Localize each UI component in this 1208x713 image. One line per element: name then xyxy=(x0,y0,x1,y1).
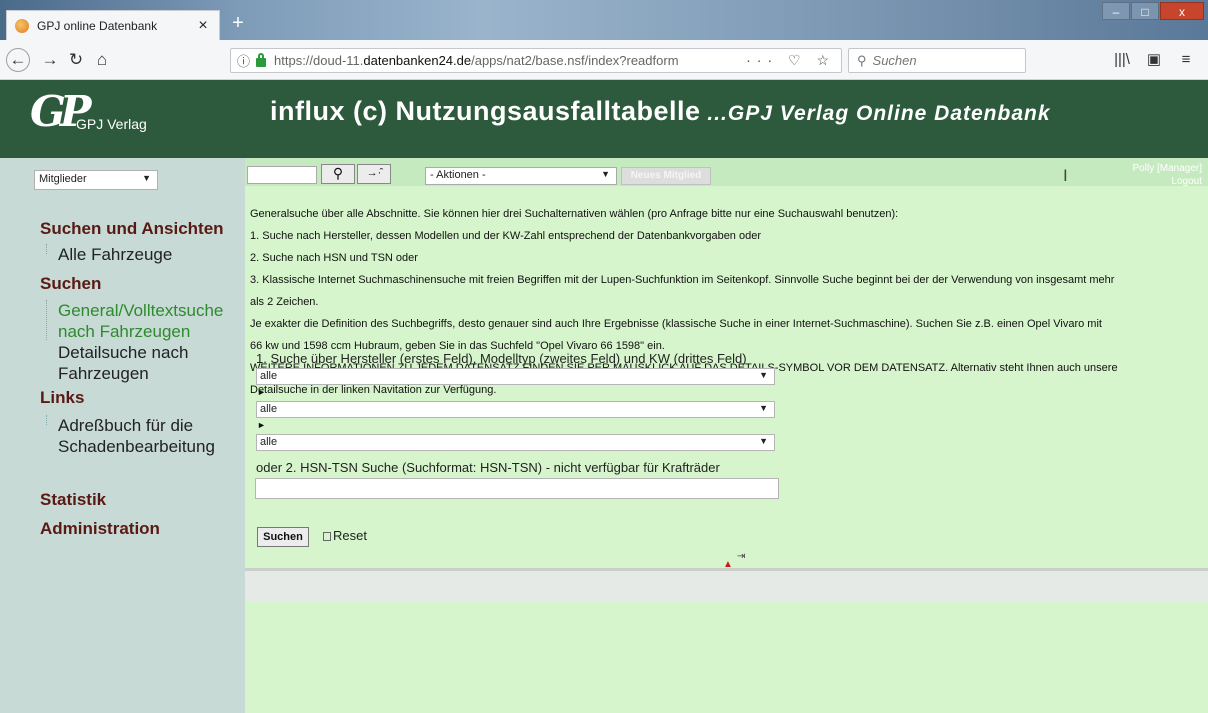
magnifier-search-icon[interactable]: ⚲ xyxy=(321,164,355,184)
text-cursor-icon: Ⅰ xyxy=(1063,168,1068,185)
tree-line xyxy=(46,300,50,340)
nav-section-administration[interactable]: Administration xyxy=(40,519,160,539)
kw-select-value: alle xyxy=(260,436,278,448)
nav-section-statistik[interactable]: Statistik xyxy=(40,490,106,510)
new-member-button[interactable]: Neues Mitglied xyxy=(621,167,711,185)
actions-select-value: - Aktionen - xyxy=(430,169,486,181)
model-select[interactable]: alle ▼ xyxy=(256,401,775,418)
reset-link[interactable]: Reset xyxy=(323,528,367,543)
chevron-down-icon: ▼ xyxy=(759,403,768,413)
content-toolbar: ⚲ →·̂ - Aktionen - ▼ Neues Mitglied Ⅰ Po… xyxy=(245,158,1208,188)
nav-item-alle-fahrzeuge[interactable]: Alle Fahrzeuge xyxy=(58,244,172,265)
page-subtitle: ...GPJ Verlag Online Datenbank xyxy=(700,102,1051,125)
search-icon: ⚲ xyxy=(857,52,867,68)
browser-search-box[interactable]: ⚲ xyxy=(848,48,1026,73)
intro-line: als 2 Zeichen. xyxy=(250,296,319,308)
browser-tabbar: GPJ online Datenbank × + ‒ □ x xyxy=(0,0,1208,40)
tab-close-icon[interactable]: × xyxy=(195,17,211,35)
new-tab-button[interactable]: + xyxy=(228,12,248,35)
maximize-button[interactable]: □ xyxy=(1131,2,1159,20)
manufacturer-select-value: alle xyxy=(260,370,278,382)
site-favicon-icon xyxy=(15,18,29,33)
intro-line: Je exakter die Definition des Suchbegrif… xyxy=(250,318,1102,330)
database-select-value: Mitglieder xyxy=(39,173,87,185)
arrow-right-icon: ► xyxy=(257,420,266,430)
home-icon[interactable]: ⌂ xyxy=(90,48,114,72)
user-name: Polly [Manager] xyxy=(1132,163,1202,174)
user-info: Polly [Manager] Logout xyxy=(1133,162,1202,188)
forward-arrow-icon[interactable]: → xyxy=(38,48,62,72)
logout-link[interactable]: Logout xyxy=(1133,175,1202,188)
browser-toolbar-right: |||\ ▣ ≡ xyxy=(1106,48,1202,72)
chevron-down-icon: ▼ xyxy=(142,173,151,183)
intro-line: 2. Suche nach HSN und TSN oder xyxy=(250,252,418,264)
reset-label: Reset xyxy=(333,528,367,543)
browser-navbar: ← → ↻ ⌂ ⓘ https://doud-11.datenbanken24.… xyxy=(0,40,1208,80)
nav-item-detailsuche[interactable]: Detailsuche nach Fahrzeugen xyxy=(58,342,208,384)
browser-tab[interactable]: GPJ online Datenbank × xyxy=(6,10,220,40)
library-icon[interactable]: |||\ xyxy=(1106,48,1138,72)
manufacturer-select[interactable]: alle ▼ xyxy=(256,368,775,385)
sidebar-icon[interactable]: ▣ xyxy=(1138,48,1170,72)
page-title-main: influx (c) Nutzungsausfalltabelle xyxy=(270,96,701,126)
back-arrow-icon[interactable]: ← xyxy=(6,48,30,72)
window-controls: ‒ □ x xyxy=(1101,2,1204,20)
nav-section-links[interactable]: Links xyxy=(40,388,84,408)
url-bar[interactable]: ⓘ https://doud-11.datenbanken24.de/apps/… xyxy=(230,48,842,73)
page-title: influx (c) Nutzungsausfalltabelle ...GPJ… xyxy=(270,96,1051,127)
nav-section-suchen-und-ansichten[interactable]: Suchen und Ansichten xyxy=(40,219,224,239)
reset-checkbox-icon xyxy=(323,532,331,541)
menu-icon[interactable]: ≡ xyxy=(1170,48,1202,72)
tree-line xyxy=(46,244,50,254)
database-select[interactable]: Mitglieder ▼ xyxy=(34,170,158,190)
minimize-button[interactable]: ‒ xyxy=(1102,2,1130,20)
intro-line: Generalsuche über alle Abschnitte. Sie k… xyxy=(250,208,899,220)
intro-line: 3. Klassische Internet Suchmaschinensuch… xyxy=(250,274,1115,286)
reload-icon[interactable]: ↻ xyxy=(64,48,88,72)
hsn-tsn-input[interactable] xyxy=(255,478,779,499)
page-actions-icons[interactable]: ··· ♡ ☆ xyxy=(746,52,835,69)
main-content: ⚲ →·̂ - Aktionen - ▼ Neues Mitglied Ⅰ Po… xyxy=(245,158,1208,713)
intro-line: 1. Suche nach Hersteller, dessen Modelle… xyxy=(250,230,762,242)
close-window-button[interactable]: x xyxy=(1160,2,1204,20)
url-text[interactable]: https://doud-11.datenbanken24.de/apps/na… xyxy=(274,53,746,68)
chevron-down-icon: ▼ xyxy=(759,370,768,380)
lock-icon xyxy=(256,53,267,67)
info-icon[interactable]: ⓘ xyxy=(237,51,250,70)
tab-title: GPJ online Datenbank xyxy=(37,18,158,33)
results-header-bar xyxy=(245,568,1208,602)
nav-section-suchen[interactable]: Suchen xyxy=(40,274,101,294)
nav-item-general-volltextsuche[interactable]: General/Volltextsuche nach Fahrzeugen xyxy=(58,300,228,342)
arrow-right-icon: ► xyxy=(257,387,266,397)
actions-select[interactable]: - Aktionen - ▼ xyxy=(425,167,617,185)
nav-item-adressbuch[interactable]: Adreßbuch für die Schadenbearbeitung xyxy=(58,415,228,457)
sort-arrow-icon[interactable]: →·̂ xyxy=(357,164,391,184)
quick-search-input[interactable] xyxy=(247,166,317,184)
tree-line xyxy=(46,415,50,425)
sidebar: Mitglieder ▼ Suchen und Ansichten Alle F… xyxy=(0,158,245,713)
chevron-down-icon: ▼ xyxy=(759,436,768,446)
kw-select[interactable]: alle ▼ xyxy=(256,434,775,451)
pane-splitter[interactable]: ▲ ⇥ xyxy=(707,551,757,570)
model-select-value: alle xyxy=(260,403,278,415)
section2-label: oder 2. HSN-TSN Suche (Suchformat: HSN-T… xyxy=(256,460,720,475)
chevron-down-icon: ▼ xyxy=(601,169,610,179)
section1-label: 1. Suche über Hersteller (erstes Feld), … xyxy=(256,351,747,366)
browser-search-input[interactable] xyxy=(872,53,1013,68)
search-button[interactable]: Suchen xyxy=(257,527,309,547)
pin-icon[interactable]: ⇥ xyxy=(737,551,745,562)
intro-line: Detailsuche in der linken Navitation zur… xyxy=(250,384,497,396)
page-header: GP GPJ Verlag influx (c) Nutzungsausfall… xyxy=(0,80,1208,158)
gpj-logo[interactable]: GP GPJ Verlag xyxy=(30,90,190,150)
logo-text: GPJ Verlag xyxy=(76,116,147,132)
